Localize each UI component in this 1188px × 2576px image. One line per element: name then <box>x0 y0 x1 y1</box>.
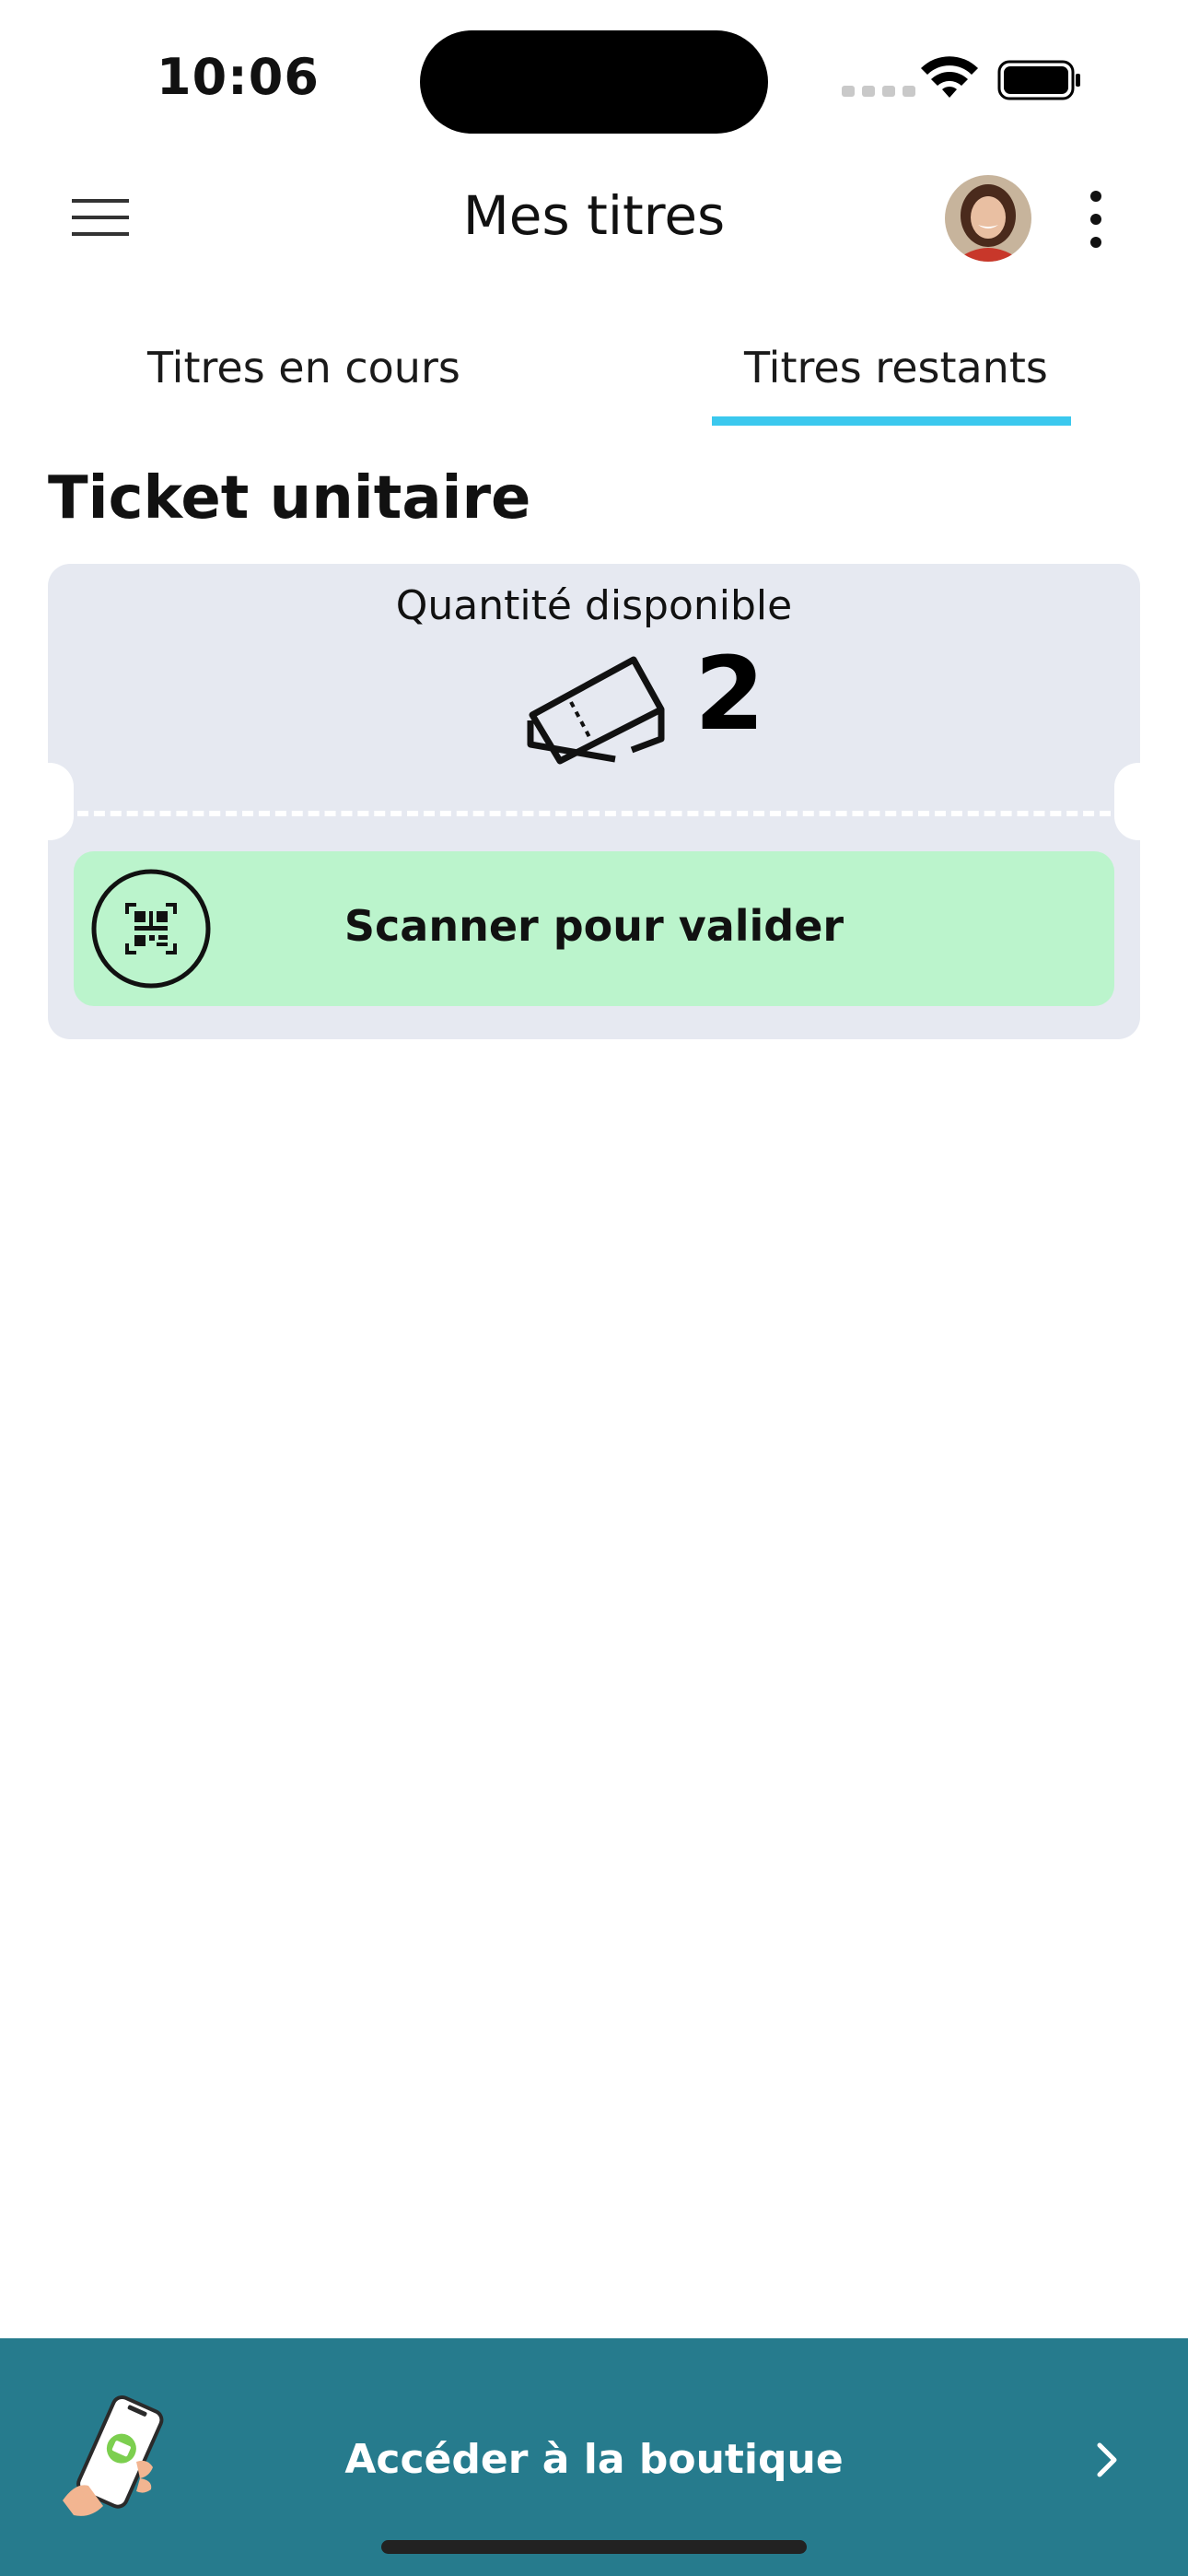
cellular-signal-icon <box>842 86 915 97</box>
status-bar-time: 10:06 <box>157 48 320 106</box>
ticket-notch-left <box>26 763 74 840</box>
ticket-perforation-divider <box>77 811 1111 816</box>
scan-button-label: Scanner pour valider <box>344 901 844 951</box>
avatar[interactable] <box>945 175 1031 262</box>
active-tab-indicator <box>712 416 1071 426</box>
scan-to-validate-button[interactable]: Scanner pour valider <box>74 851 1114 1006</box>
ticket-notch-right <box>1114 763 1162 840</box>
quantity-value: 2 <box>694 635 765 753</box>
battery-icon <box>997 60 1080 100</box>
chevron-right-icon <box>1097 2442 1117 2477</box>
vertical-dots-icon[interactable] <box>1085 189 1107 250</box>
section-title: Ticket unitaire <box>48 464 531 533</box>
wifi-icon <box>921 56 978 98</box>
tab-titres-en-cours[interactable]: Titres en cours <box>147 343 460 392</box>
tab-titres-restants[interactable]: Titres restants <box>744 343 1048 392</box>
quantity-label: Quantité disponible <box>395 582 793 629</box>
tickets-icon <box>527 656 665 765</box>
shop-access-label: Accéder à la boutique <box>344 2436 844 2483</box>
home-indicator[interactable] <box>381 2540 807 2554</box>
dynamic-island <box>420 30 768 134</box>
